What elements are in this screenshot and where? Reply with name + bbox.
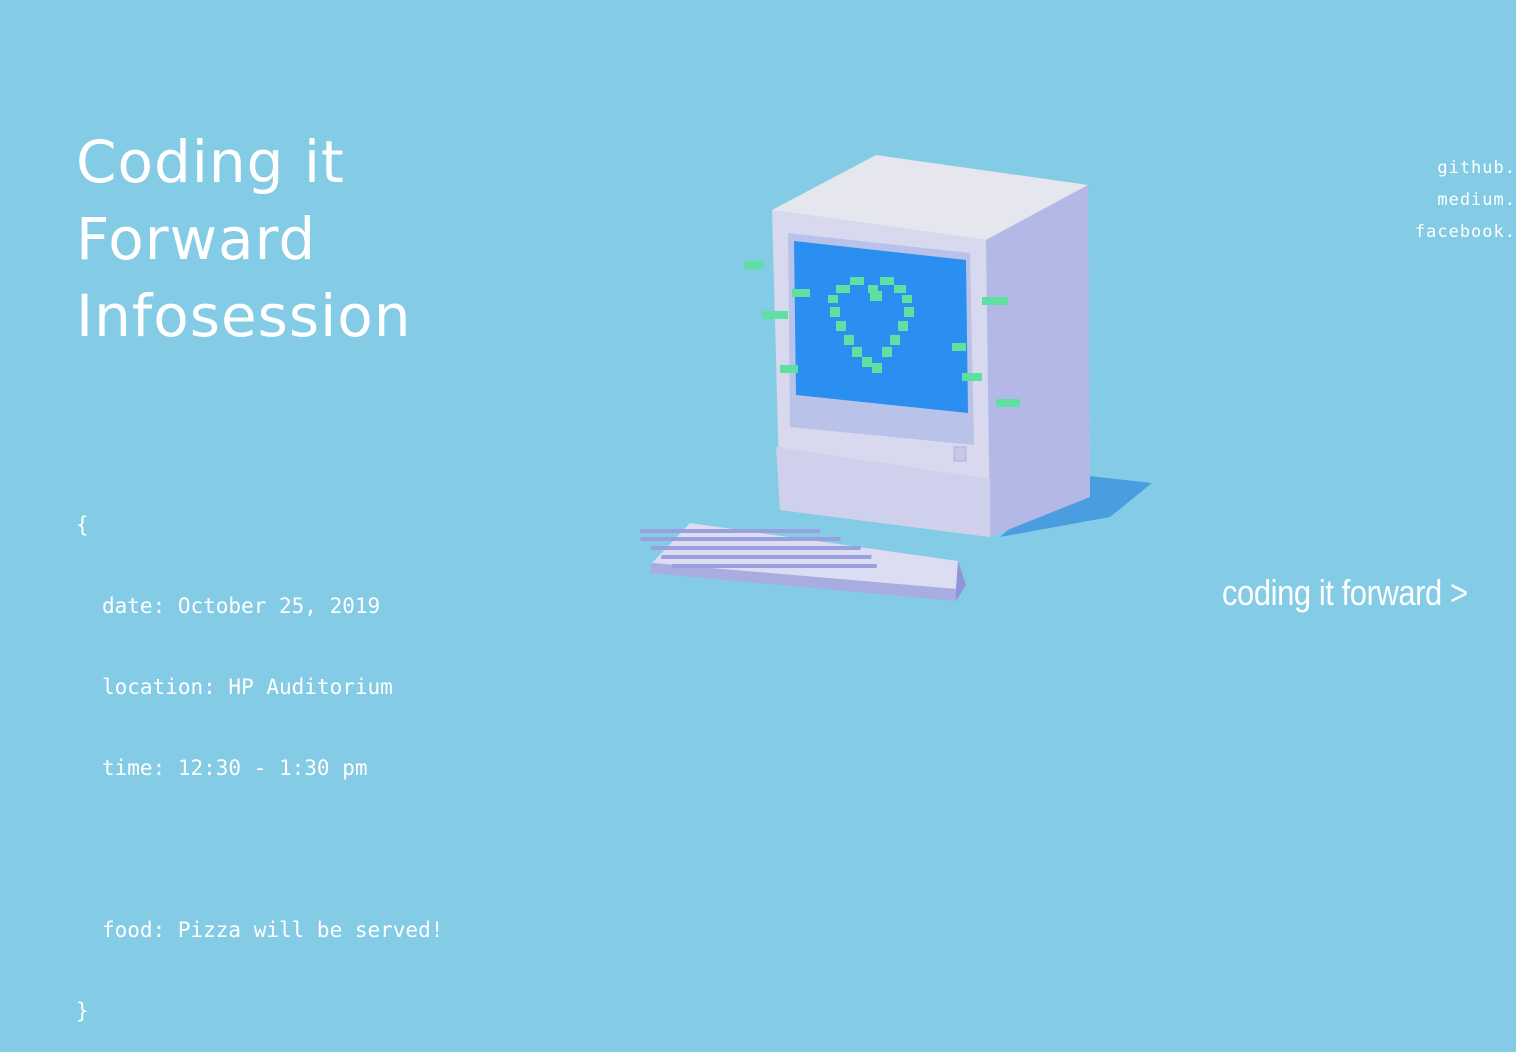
computer-side bbox=[986, 185, 1090, 537]
medium-link[interactable]: medium. bbox=[1415, 184, 1516, 216]
title-line: Infosession bbox=[76, 282, 412, 350]
close-brace: } bbox=[76, 999, 89, 1023]
github-link[interactable]: github. bbox=[1415, 152, 1516, 184]
coding-it-forward-link[interactable]: coding it forward > bbox=[1222, 572, 1468, 614]
title-line: Coding it bbox=[76, 128, 345, 196]
retro-computer-illustration bbox=[640, 155, 1152, 601]
event-food: food: Pizza will be served! bbox=[102, 918, 444, 942]
event-time: time: 12:30 - 1:30 pm bbox=[102, 756, 368, 780]
title-line: Forward bbox=[76, 205, 317, 273]
floppy-slot bbox=[953, 446, 967, 462]
facebook-link[interactable]: facebook. bbox=[1415, 216, 1516, 248]
event-location: location: HP Auditorium bbox=[102, 675, 393, 699]
page-title: Coding it Forward Infosession bbox=[76, 124, 411, 355]
event-details: { date: October 25, 2019 location: HP Au… bbox=[76, 458, 443, 1052]
open-brace: { bbox=[76, 513, 89, 537]
event-date: date: October 25, 2019 bbox=[102, 594, 381, 618]
screen bbox=[794, 241, 968, 413]
social-links: github. medium. facebook. bbox=[1415, 152, 1516, 248]
